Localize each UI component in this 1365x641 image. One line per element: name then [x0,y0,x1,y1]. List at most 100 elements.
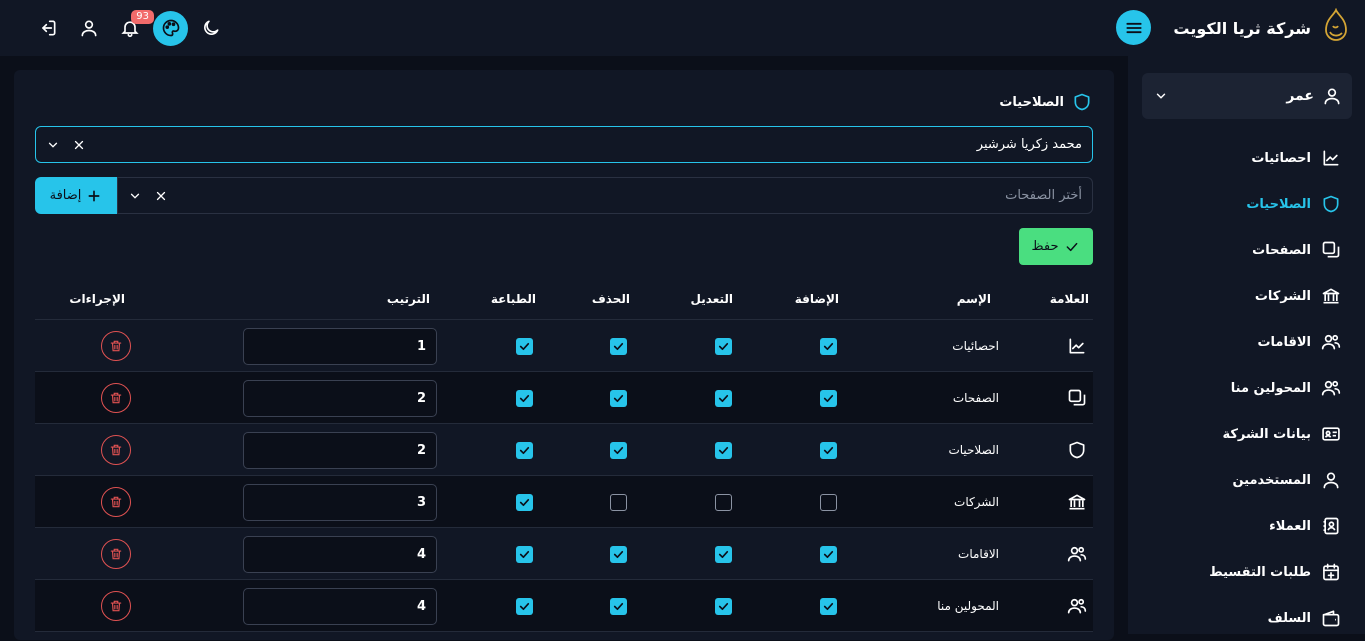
print-checkbox[interactable] [516,337,533,355]
sidebar-item-label: بيانات الشركة [1222,426,1311,442]
chevron-down-icon [1156,93,1166,99]
cell-print [516,424,533,476]
col-delete: الحذف [591,292,630,306]
pages-select[interactable]: أختر الصفحات [117,177,1093,214]
palette-button[interactable] [153,10,188,46]
delete-checkbox[interactable] [610,493,627,511]
sidebar-item[interactable]: الصفحات [1128,227,1365,273]
row-name: الصفحات [952,391,999,405]
sidebar-item[interactable]: الشركات [1128,273,1365,319]
delete-row-button[interactable] [101,435,131,465]
contacts-icon [1321,516,1341,536]
add-checkbox[interactable] [820,545,837,563]
menu-toggle-button[interactable] [1116,10,1151,45]
cell-actions [101,320,131,372]
table-row: احصائيات [35,320,1093,372]
pages-select-controls [128,189,168,203]
sidebar-item[interactable]: الاقامات [1128,319,1365,365]
notification-badge: 93 [131,10,154,24]
delete-checkbox[interactable] [610,337,627,355]
order-input[interactable] [243,535,437,573]
delete-row-button[interactable] [101,539,131,569]
edit-checkbox[interactable] [715,441,732,459]
user-icon [1321,470,1341,490]
sidebar-item[interactable]: المستخدمين [1128,457,1365,503]
delete-row-button[interactable] [101,591,131,621]
profile-icon[interactable] [71,10,107,46]
wallet-icon [1321,608,1341,628]
delete-checkbox[interactable] [610,545,627,563]
notifications-button[interactable]: 93 [112,10,154,46]
edit-checkbox[interactable] [715,493,732,511]
print-checkbox[interactable] [516,389,533,407]
order-input[interactable] [243,379,437,417]
dark-mode-toggle[interactable] [193,10,229,46]
col-edit: التعديل [690,292,733,306]
brand[interactable]: شركة ثريا الكويت [1173,8,1353,48]
edit-checkbox[interactable] [715,597,732,615]
edit-checkbox[interactable] [715,545,732,563]
user-select[interactable]: محمد زكريا شرشير [35,126,1093,163]
clear-icon [74,140,84,149]
add-checkbox[interactable] [820,337,837,355]
order-input[interactable] [243,327,437,365]
cell-order [243,476,437,528]
shield-icon [1074,93,1090,111]
sidebar-item[interactable]: طلبات التقسيط [1128,549,1365,595]
sidebar-item[interactable]: الصلاحيات [1128,181,1365,227]
delete-checkbox[interactable] [610,597,627,615]
order-input[interactable] [243,483,437,521]
order-input[interactable] [243,587,437,625]
sidebar-item[interactable]: العملاء [1128,503,1365,549]
row-name: الشركات [954,495,999,509]
delete-row-button[interactable] [101,383,131,413]
pages-icon [1067,372,1087,424]
cell-actions [101,476,131,528]
print-checkbox[interactable] [516,493,533,511]
add-checkbox[interactable] [820,389,837,407]
add-label: إضافة [49,188,82,203]
add-button[interactable]: إضافة [35,177,117,214]
sidebar-item-label: المستخدمين [1232,472,1311,488]
edit-checkbox[interactable] [715,337,732,355]
order-input[interactable] [243,431,437,469]
page-title-wrap: الصلاحيات [999,92,1092,112]
col-actions: الإجراءات [69,292,125,306]
cell-order [243,424,437,476]
add-checkbox[interactable] [820,441,837,459]
shield-icon [1321,194,1341,214]
add-checkbox[interactable] [820,597,837,615]
delete-row-button[interactable] [101,331,131,361]
cell-delete [610,476,627,528]
trash-icon [109,495,123,509]
sidebar-item[interactable]: المحولين منا [1128,365,1365,411]
cell-order [243,580,437,632]
user-select-controls [46,138,86,152]
cell-edit [715,372,732,424]
save-button[interactable]: حفظ [1019,228,1093,265]
print-checkbox[interactable] [516,597,533,615]
user-dropdown[interactable]: عمر [1142,73,1352,119]
print-checkbox[interactable] [516,545,533,563]
add-checkbox[interactable] [820,493,837,511]
trash-icon [109,391,123,405]
edit-checkbox[interactable] [715,389,732,407]
sidebar-item-label: الصفحات [1252,242,1311,258]
table-row: الصلاحيات [35,424,1093,476]
sidebar-item[interactable]: السلف [1128,595,1365,641]
cell-delete [610,528,627,580]
sidebar-item-label: العملاء [1269,518,1311,534]
print-checkbox[interactable] [516,441,533,459]
table-header: العلامة الإسم الإضافة التعديل الحذف الطب… [35,282,1093,320]
cell-add [820,528,837,580]
delete-row-button[interactable] [101,487,131,517]
sidebar-item[interactable]: احصائيات [1128,135,1365,181]
sidebar-item[interactable]: بيانات الشركة [1128,411,1365,457]
delete-checkbox[interactable] [610,389,627,407]
table-row: المحولين منا [35,580,1093,632]
bank-icon [1067,476,1087,528]
logout-icon[interactable] [30,10,66,46]
id-card-icon [1321,424,1341,444]
sidebar-item-label: طلبات التقسيط [1209,564,1311,580]
delete-checkbox[interactable] [610,441,627,459]
